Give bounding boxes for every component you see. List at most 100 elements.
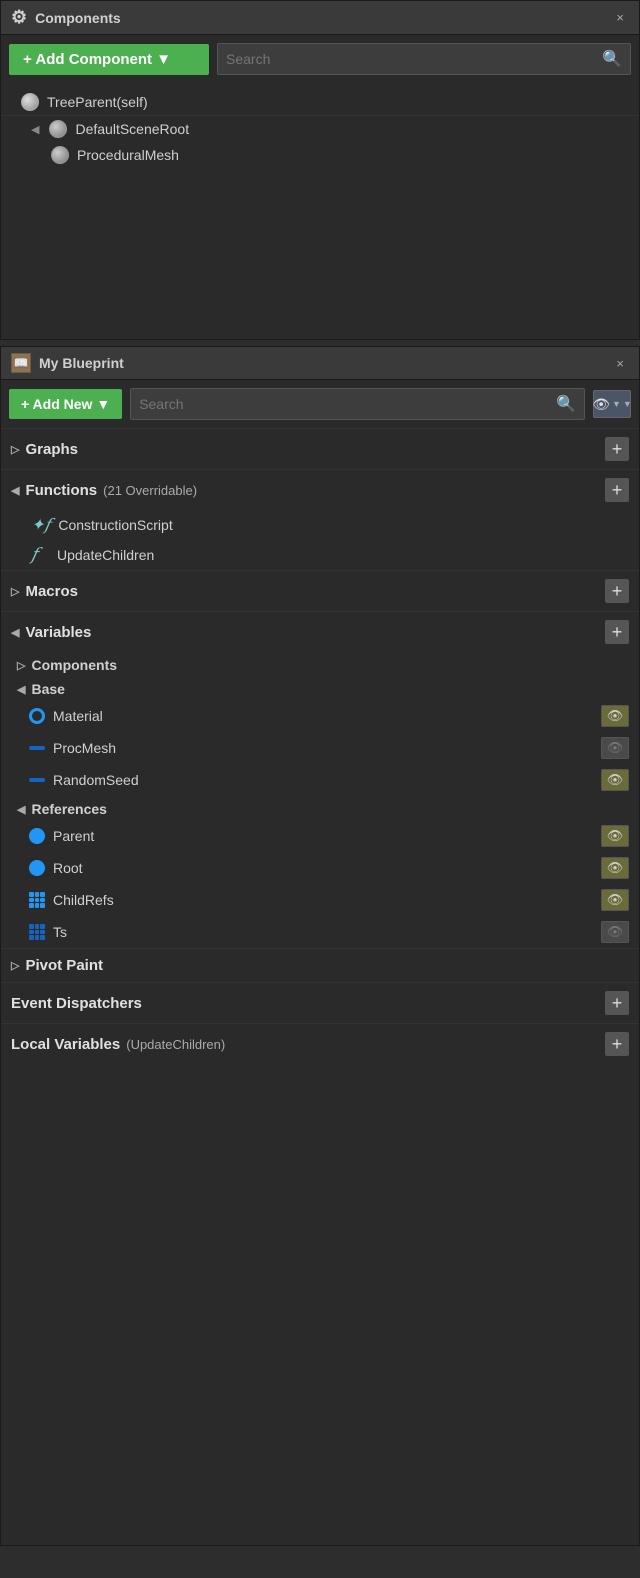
add-component-button[interactable]: + Add Component ▼	[9, 44, 209, 75]
ts-eye-icon: 👁	[607, 924, 624, 940]
add-new-button[interactable]: + Add New ▼	[9, 389, 122, 419]
variables-section-header[interactable]: ◀ Variables +	[1, 611, 639, 652]
pivot-paint-section-header[interactable]: ▷ Pivot Paint	[1, 948, 639, 982]
functions-label: Functions	[25, 482, 97, 499]
macros-section-left: ▷ Macros	[11, 583, 78, 600]
procmesh-item-left: ProcMesh	[29, 740, 116, 756]
procmesh-dot-icon	[29, 746, 45, 750]
variable-ts[interactable]: Ts 👁	[1, 916, 639, 948]
root-item-left: Root	[29, 860, 83, 876]
graphs-add-button[interactable]: +	[605, 437, 629, 461]
root-eye-button[interactable]: 👁	[601, 857, 629, 879]
blueprint-icon: 📖	[11, 353, 31, 373]
ts-eye-button[interactable]: 👁	[601, 921, 629, 943]
parent-eye-icon: 👁	[607, 828, 624, 844]
functions-add-button[interactable]: +	[605, 478, 629, 502]
variables-label: Variables	[25, 624, 91, 641]
components-subsection-label: Components	[31, 657, 117, 673]
function-item-constructionscript[interactable]: ✦𝑓 ConstructionScript	[1, 510, 639, 540]
blueprint-visibility-toggle[interactable]: 👁 ▼	[593, 390, 631, 418]
components-panel: ⚙ Components × + Add Component ▼ 🔍 TreeP…	[0, 0, 640, 340]
components-search-input[interactable]	[226, 51, 596, 67]
macros-label: Macros	[25, 583, 78, 600]
parent-dot-icon	[29, 828, 45, 844]
root-label: Root	[53, 860, 83, 876]
tree-item-treeparent[interactable]: TreeParent(self)	[1, 89, 639, 115]
blueprint-panel: 📖 My Blueprint × + Add New ▼ 🔍 👁 ▼ ▷ Gra…	[0, 346, 640, 1546]
macros-add-button[interactable]: +	[605, 579, 629, 603]
parent-eye-button[interactable]: 👁	[601, 825, 629, 847]
components-panel-header: ⚙ Components ×	[1, 1, 639, 35]
chevron-down-icon: ▼	[612, 399, 621, 409]
components-tree: TreeParent(self) ◀ DefaultSceneRoot Proc…	[1, 83, 639, 174]
components-close-button[interactable]: ×	[611, 8, 629, 27]
local-variables-section-header[interactable]: Local Variables (UpdateChildren) +	[1, 1023, 639, 1064]
references-subsection-arrow: ◀	[17, 803, 25, 816]
procmesh-label: ProcMesh	[53, 740, 116, 756]
functions-arrow: ◀	[11, 484, 19, 497]
function-item-updatechildren[interactable]: 𝑓 UpdateChildren	[1, 540, 639, 570]
blueprint-close-button[interactable]: ×	[611, 354, 629, 373]
event-dispatchers-section-header[interactable]: Event Dispatchers +	[1, 982, 639, 1023]
variable-parent[interactable]: Parent 👁	[1, 820, 639, 852]
material-dot-icon	[29, 708, 45, 724]
blueprint-title-text: My Blueprint	[39, 355, 124, 371]
references-subsection-header[interactable]: ◀ References	[1, 796, 639, 820]
variable-randomseed[interactable]: RandomSeed 👁	[1, 764, 639, 796]
childrefs-grid-icon	[29, 892, 45, 908]
local-variables-badge: (UpdateChildren)	[126, 1037, 225, 1052]
root-eye-icon: 👁	[607, 860, 624, 876]
update-children-label: UpdateChildren	[57, 547, 154, 563]
construction-script-icon: ✦𝑓	[31, 515, 50, 535]
randomseed-eye-button[interactable]: 👁	[601, 769, 629, 791]
childrefs-eye-button[interactable]: 👁	[601, 889, 629, 911]
blueprint-search-input[interactable]	[139, 396, 550, 412]
pivot-paint-label: Pivot Paint	[25, 957, 103, 974]
references-subsection-label: References	[31, 801, 107, 817]
macros-arrow: ▷	[11, 585, 19, 598]
graphs-arrow: ▷	[11, 443, 19, 456]
variable-material[interactable]: Material 👁	[1, 700, 639, 732]
graphs-section-left: ▷ Graphs	[11, 441, 78, 458]
functions-badge: (21 Overridable)	[103, 483, 197, 498]
defaultsceneroot-icon	[49, 120, 67, 138]
components-search-box: 🔍	[217, 43, 631, 75]
variables-section-left: ◀ Variables	[11, 624, 91, 641]
material-eye-button[interactable]: 👁	[601, 705, 629, 727]
tree-item-proceduralmesh[interactable]: ProceduralMesh	[1, 142, 639, 168]
treeparent-icon	[21, 93, 39, 111]
variables-arrow: ◀	[11, 626, 19, 639]
proceduralmesh-label: ProceduralMesh	[77, 147, 179, 163]
components-subsection-header[interactable]: ▷ Components	[1, 652, 639, 676]
variables-add-button[interactable]: +	[605, 620, 629, 644]
variable-root[interactable]: Root 👁	[1, 852, 639, 884]
macros-section-header[interactable]: ▷ Macros +	[1, 570, 639, 611]
update-children-icon: 𝑓	[31, 545, 49, 565]
variable-procmesh[interactable]: ProcMesh 👁	[1, 732, 639, 764]
eye-icon: 👁	[592, 396, 610, 413]
base-subsection-header[interactable]: ◀ Base	[1, 676, 639, 700]
graphs-section-header[interactable]: ▷ Graphs +	[1, 428, 639, 469]
event-dispatchers-add-button[interactable]: +	[605, 991, 629, 1015]
event-dispatchers-left: Event Dispatchers	[11, 995, 142, 1012]
variable-childrefs[interactable]: ChildRefs 👁	[1, 884, 639, 916]
components-icon: ⚙	[11, 7, 27, 28]
base-subsection-arrow: ◀	[17, 683, 25, 696]
local-variables-add-button[interactable]: +	[605, 1032, 629, 1056]
components-panel-title: ⚙ Components	[11, 7, 121, 28]
childrefs-eye-icon: 👁	[607, 892, 624, 908]
material-item-left: Material	[29, 708, 103, 724]
blueprint-search-icon: 🔍	[556, 394, 576, 414]
ts-label: Ts	[53, 924, 67, 940]
tree-item-defaultsceneroot[interactable]: ◀ DefaultSceneRoot	[1, 116, 639, 142]
functions-section-header[interactable]: ◀ Functions (21 Overridable) +	[1, 469, 639, 510]
childrefs-label: ChildRefs	[53, 892, 114, 908]
procmesh-eye-button[interactable]: 👁	[601, 737, 629, 759]
root-dot-icon	[29, 860, 45, 876]
proceduralmesh-icon	[51, 146, 69, 164]
components-toolbar: + Add Component ▼ 🔍	[1, 35, 639, 83]
event-dispatchers-label: Event Dispatchers	[11, 995, 142, 1012]
treeparent-label: TreeParent(self)	[47, 94, 148, 110]
defaultsceneroot-arrow: ◀	[31, 123, 39, 136]
randomseed-eye-icon: 👁	[607, 772, 624, 788]
